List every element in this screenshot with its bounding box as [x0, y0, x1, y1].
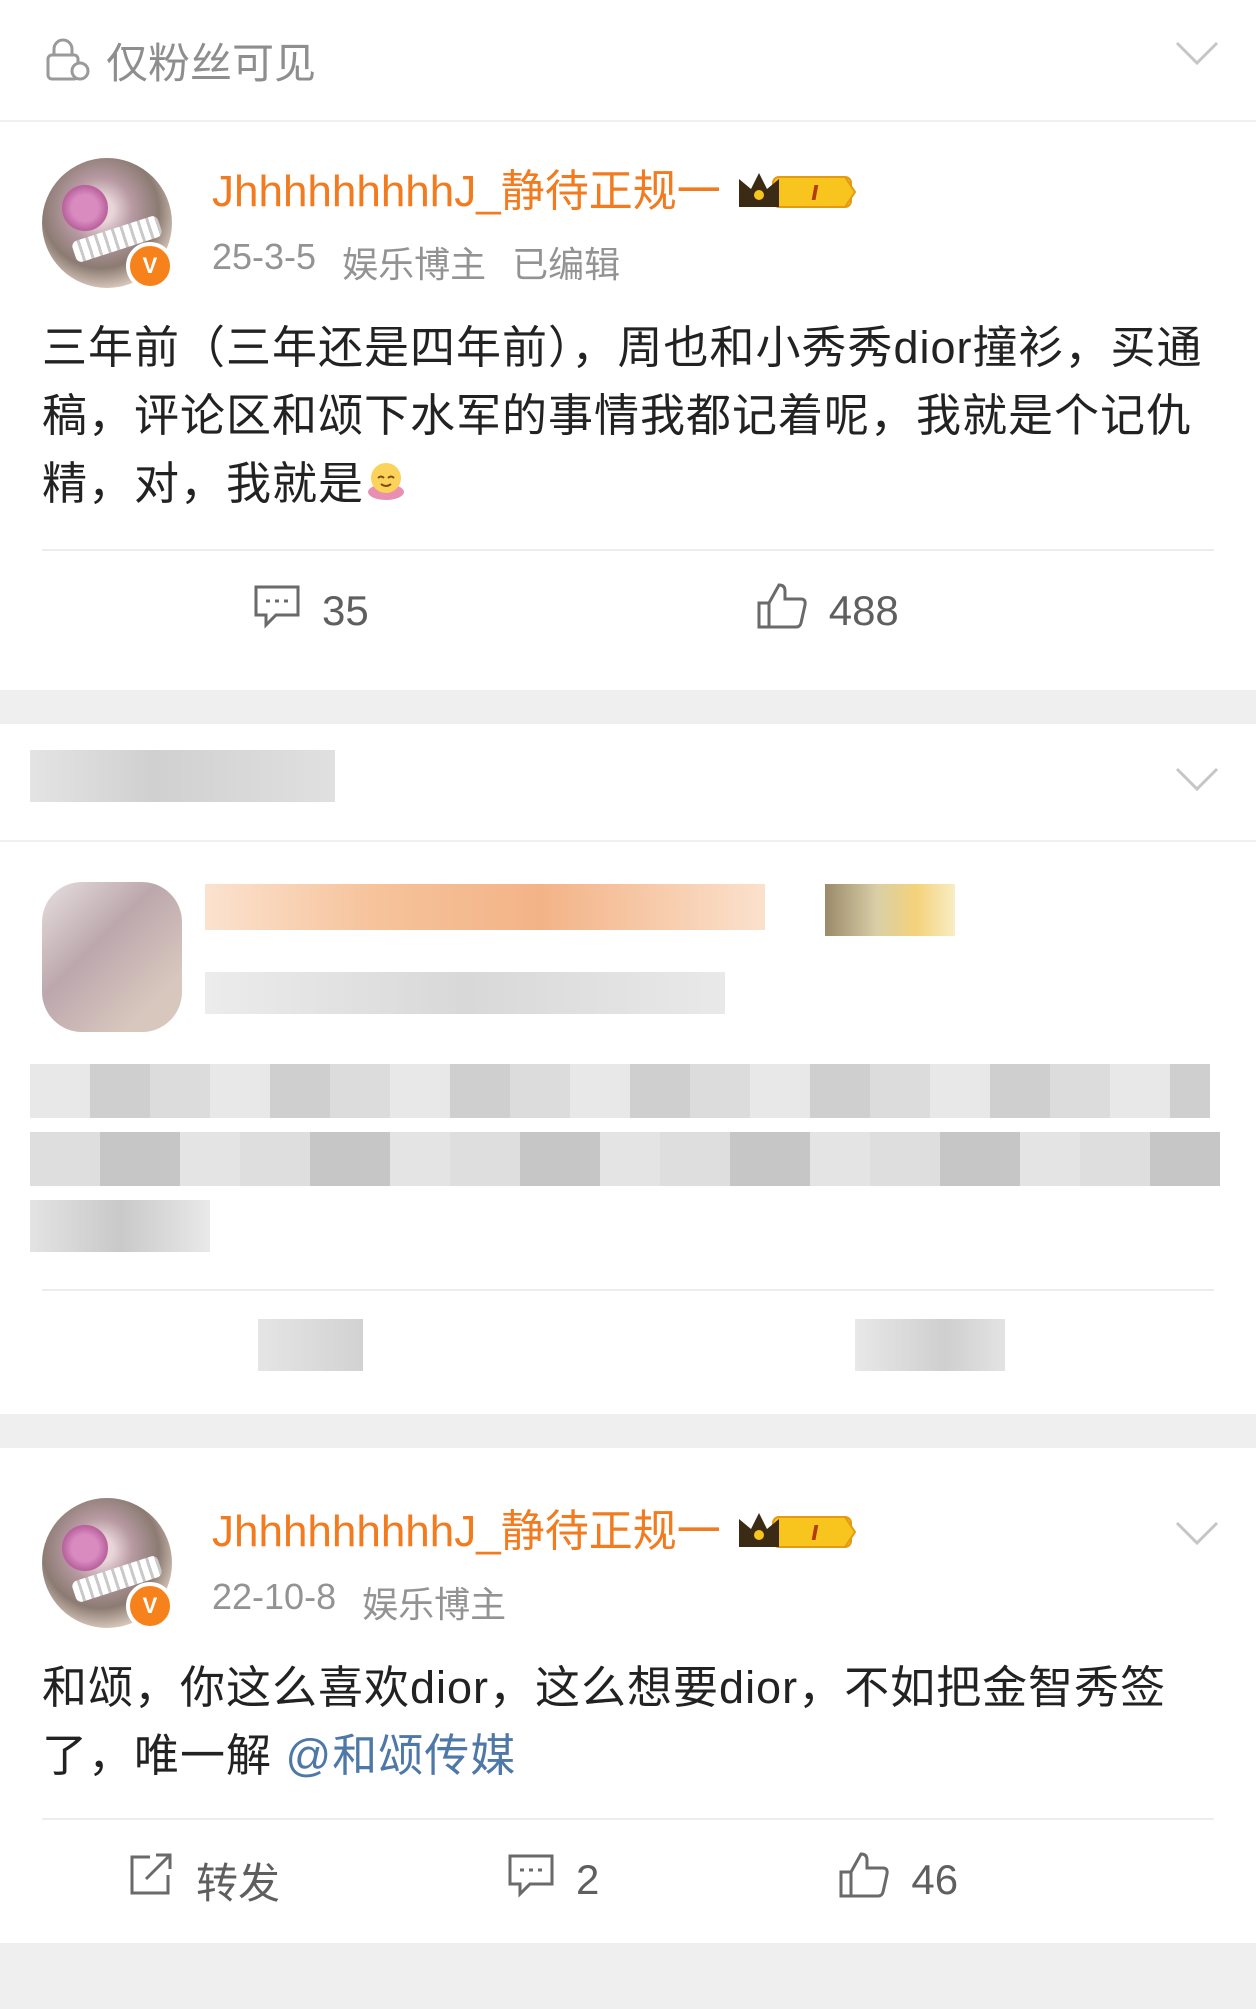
comment-count: 35: [322, 587, 369, 635]
visibility-label: 仅粉丝可见: [106, 38, 317, 88]
chevron-down-icon[interactable]: [1174, 764, 1220, 794]
verified-badge-icon: V: [126, 242, 174, 290]
comment-button[interactable]: 35: [252, 583, 369, 639]
separator: [0, 1414, 1256, 1448]
like-count: 488: [828, 587, 899, 635]
like-button[interactable]: 46: [837, 1850, 958, 1910]
avatar[interactable]: V: [42, 1498, 174, 1630]
comment-icon: [252, 583, 302, 639]
comment-count: 2: [576, 1856, 600, 1903]
like-button[interactable]: 488: [755, 581, 899, 641]
edited-label: 已编辑: [512, 244, 621, 285]
visibility-bar: 仅粉丝可见: [0, 0, 1256, 122]
post-card-2: [0, 724, 1256, 1414]
chevron-down-icon[interactable]: [1174, 38, 1220, 68]
verified-badge-icon: V: [126, 1582, 174, 1630]
comment-button[interactable]: 2: [506, 1852, 599, 1908]
post-text: 三年前（三年还是四年前），周也和小秀秀dior撞衫，买通稿，评论区和颂下水军的事…: [42, 314, 1214, 521]
lock-person-icon: [42, 35, 92, 85]
post-date: 25-3-5: [212, 236, 317, 277]
svg-text:I: I: [811, 1521, 819, 1545]
separator: [0, 690, 1256, 724]
post-card-1: 仅粉丝可见 V JhhhhhhhhhJ_静待正规一 I 25-3-5 娱乐博主 …: [0, 0, 1256, 690]
member-crown-icon[interactable]: I: [735, 1509, 857, 1555]
avatar: [42, 882, 182, 1032]
svg-text:I: I: [811, 181, 819, 205]
user-role: 娱乐博主: [362, 1584, 507, 1625]
thumbs-up-icon: [837, 1850, 891, 1910]
member-crown-icon[interactable]: I: [735, 169, 857, 215]
repost-button[interactable]: 转发: [126, 1850, 280, 1911]
post-card-3: V JhhhhhhhhhJ_静待正规一 I 22-10-8 娱乐博主 和颂，你这…: [0, 1448, 1256, 1943]
username[interactable]: JhhhhhhhhhJ_静待正规一: [212, 1504, 721, 1560]
thumbs-up-icon: [755, 581, 809, 641]
username[interactable]: JhhhhhhhhhJ_静待正规一: [212, 164, 721, 220]
post-text: 和颂，你这么喜欢dior，这么想要dior，不如把金智秀签了，唯一解 @和颂传媒: [42, 1662, 1167, 1781]
mention-link[interactable]: @和颂传媒: [286, 1730, 517, 1781]
smile-emoji-icon: [364, 453, 408, 521]
post-date: 22-10-8: [212, 1576, 337, 1617]
share-icon: [126, 1851, 176, 1909]
repost-label: 转发: [196, 1859, 281, 1907]
avatar[interactable]: V: [42, 158, 174, 290]
user-role: 娱乐博主: [342, 244, 487, 285]
chevron-down-icon[interactable]: [1174, 1518, 1220, 1548]
comment-icon: [506, 1852, 556, 1908]
like-count: 46: [911, 1856, 959, 1903]
